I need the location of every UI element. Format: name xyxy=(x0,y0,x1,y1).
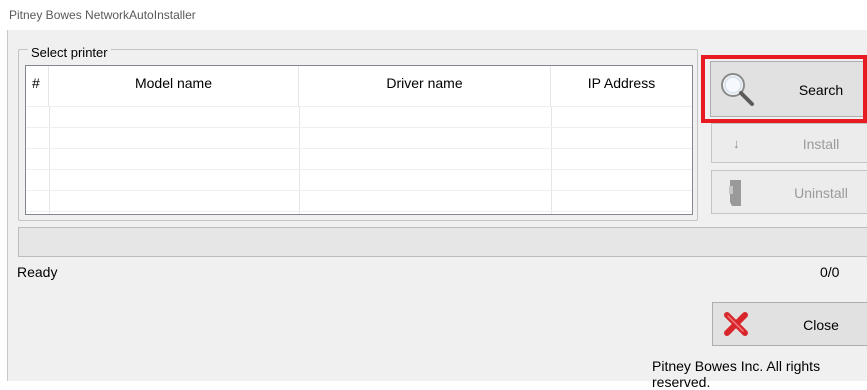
status-text: Ready xyxy=(17,264,58,280)
printer-icon xyxy=(729,180,741,206)
app-window: Pitney Bowes NetworkAutoInstaller Select… xyxy=(0,0,867,390)
close-button[interactable]: Close xyxy=(712,302,867,346)
uninstall-button-label: Uninstall xyxy=(794,185,848,201)
printer-table[interactable]: # Model name Driver name IP Address xyxy=(25,65,693,215)
column-header-ip-address[interactable]: IP Address xyxy=(551,66,692,106)
down-arrow-icon: ↓ xyxy=(733,136,740,151)
table-row[interactable] xyxy=(26,148,692,170)
uninstall-button[interactable]: Uninstall xyxy=(711,170,867,214)
table-row[interactable] xyxy=(26,127,692,149)
column-header-number[interactable]: # xyxy=(26,66,49,106)
window-title: Pitney Bowes NetworkAutoInstaller xyxy=(9,8,196,22)
table-row[interactable] xyxy=(26,190,692,212)
column-header-model-name[interactable]: Model name xyxy=(49,66,299,106)
table-row[interactable] xyxy=(26,211,692,214)
close-icon xyxy=(724,312,748,336)
progress-bar xyxy=(18,227,867,257)
copyright-text: Pitney Bowes Inc. All rights reserved. xyxy=(652,358,821,390)
close-button-label: Close xyxy=(803,317,839,333)
install-button[interactable]: ↓ Install xyxy=(711,123,867,163)
select-printer-label: Select printer xyxy=(28,46,111,59)
search-highlight-box xyxy=(701,55,867,123)
install-button-label: Install xyxy=(802,136,840,152)
status-count: 0/0 xyxy=(820,264,840,280)
table-row[interactable] xyxy=(26,169,692,191)
table-row[interactable] xyxy=(26,106,692,128)
column-header-driver-name[interactable]: Driver name xyxy=(299,66,551,106)
